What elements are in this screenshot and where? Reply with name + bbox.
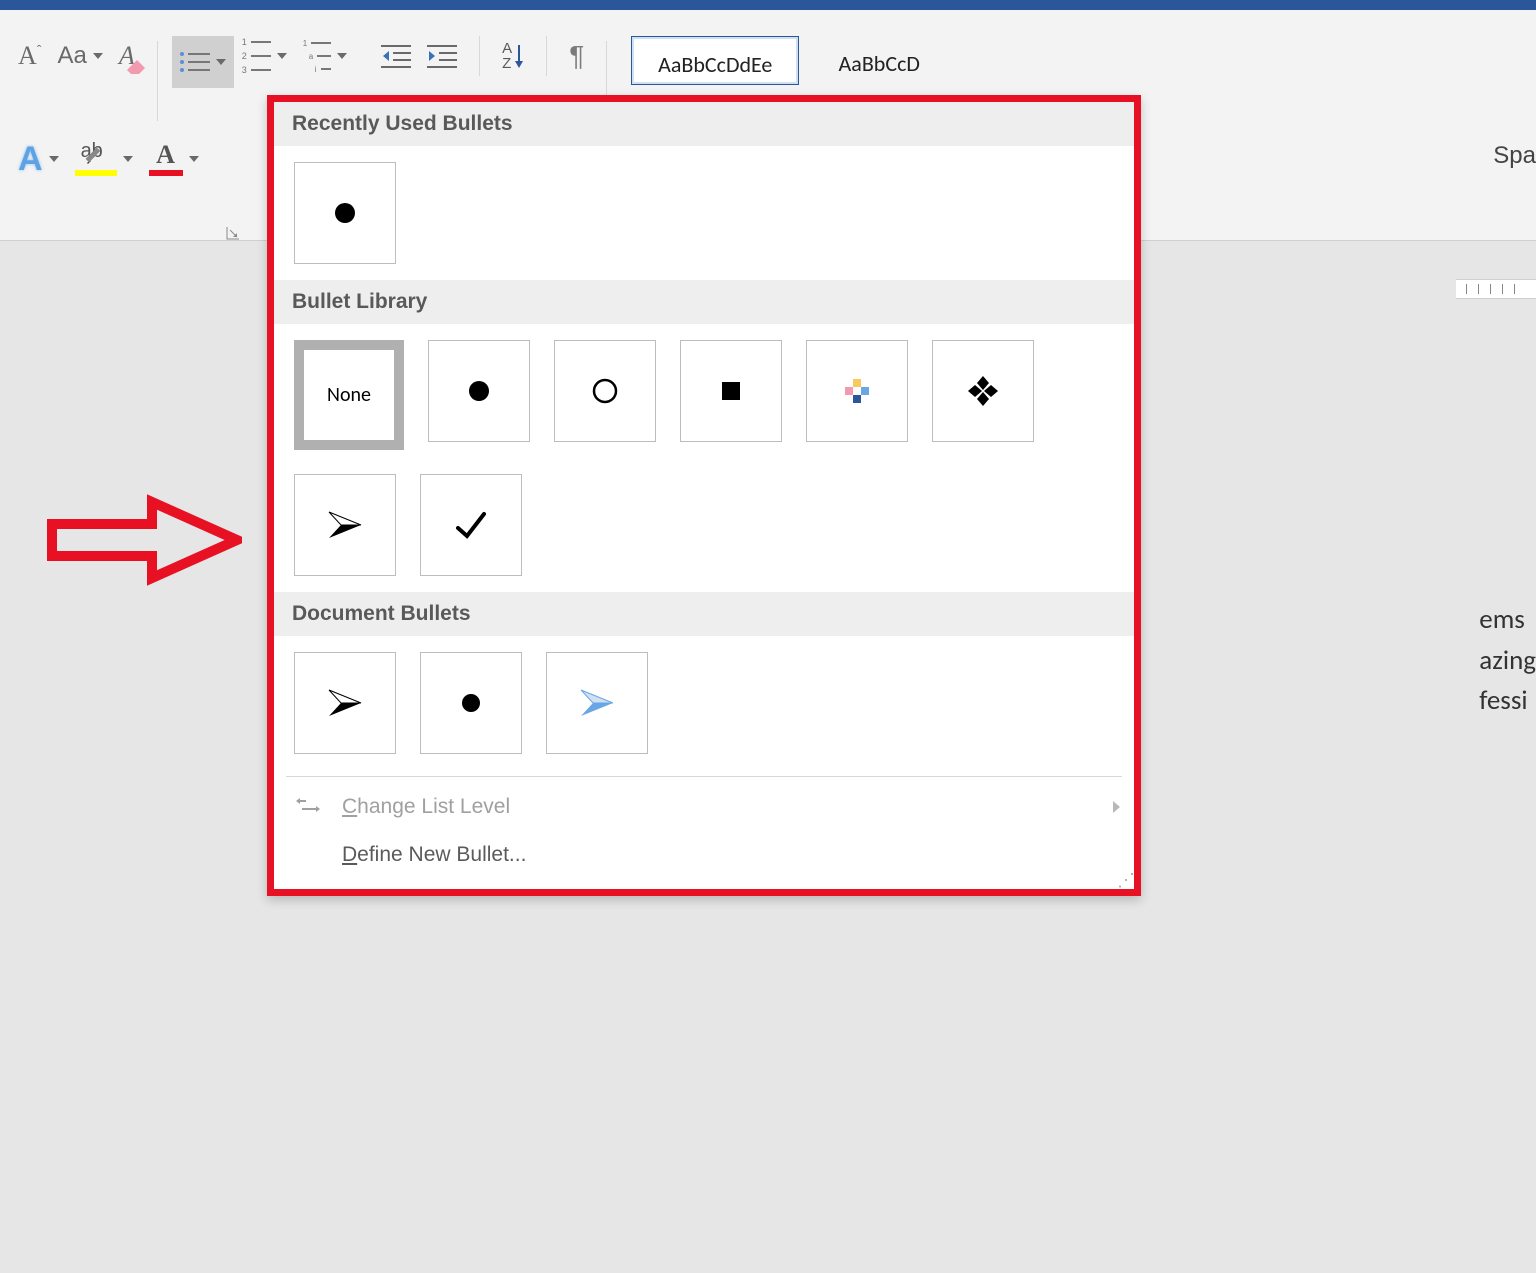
separator bbox=[286, 776, 1122, 777]
style-name-fragment: Spa bbox=[1493, 142, 1536, 170]
chevron-down-icon bbox=[49, 156, 59, 162]
bullets-dropdown: Recently Used Bullets Bullet Library Non… bbox=[267, 95, 1141, 896]
titlebar bbox=[0, 0, 1536, 10]
change-list-level-label: hange List Level bbox=[357, 795, 510, 818]
pilcrow-icon: ¶ bbox=[569, 40, 584, 72]
grow-font-label: A bbox=[18, 41, 37, 70]
decrease-indent-button[interactable] bbox=[373, 36, 419, 76]
document-bullet-arrowhead[interactable] bbox=[294, 652, 396, 754]
library-bullet-square[interactable] bbox=[680, 340, 782, 442]
highlight-swatch bbox=[75, 170, 117, 176]
chevron-down-icon bbox=[93, 53, 103, 59]
library-bullet-checkmark[interactable] bbox=[420, 474, 522, 576]
circle-bullet-icon bbox=[591, 377, 619, 405]
style-sample: AaBbCcDdEe bbox=[640, 51, 790, 78]
eraser-icon bbox=[127, 60, 145, 74]
dialog-launcher-icon bbox=[225, 225, 241, 241]
decrease-indent-icon bbox=[381, 43, 411, 69]
submenu-caret-icon bbox=[1113, 801, 1120, 813]
highlight-icon: ab bbox=[81, 142, 111, 168]
change-case-button[interactable]: Aa bbox=[49, 36, 110, 76]
chevron-down-icon bbox=[216, 59, 226, 65]
text-effects-label: A bbox=[18, 140, 43, 179]
library-bullet-four-color[interactable] bbox=[806, 340, 908, 442]
change-list-level-icon bbox=[296, 797, 322, 817]
paragraph-dialog-launcher[interactable] bbox=[225, 225, 241, 241]
separator bbox=[157, 41, 158, 121]
document-text-fragment: ems azing fessi bbox=[1479, 600, 1536, 722]
change-case-label: Aa bbox=[57, 42, 86, 70]
font-color-button[interactable]: A bbox=[141, 139, 207, 179]
section-document-bullets: Document Bullets bbox=[274, 592, 1134, 636]
disc-bullet-icon bbox=[466, 378, 492, 404]
multilevel-icon: 1 a i bbox=[303, 39, 331, 74]
chevron-down-icon bbox=[123, 156, 133, 162]
highlight-color-button[interactable]: ab bbox=[67, 139, 141, 179]
none-label: None bbox=[327, 383, 371, 407]
numbering-icon: 1 2 3 bbox=[242, 37, 271, 75]
document-bullet-disc[interactable] bbox=[420, 652, 522, 754]
multilevel-list-button[interactable]: 1 a i bbox=[295, 36, 355, 76]
resize-grip-icon[interactable]: ⋰ bbox=[1117, 870, 1132, 891]
increase-indent-icon bbox=[427, 43, 457, 69]
font-color-label: A bbox=[156, 142, 175, 168]
font-color-swatch bbox=[149, 170, 183, 176]
sort-button[interactable]: AZ bbox=[494, 36, 532, 76]
library-bullet-circle[interactable] bbox=[554, 340, 656, 442]
define-new-bullet-menuitem[interactable]: Define New Bullet... bbox=[274, 831, 1134, 879]
text-effects-button[interactable]: A bbox=[10, 139, 67, 179]
disc-bullet-icon bbox=[332, 200, 358, 226]
library-bullet-disc[interactable] bbox=[428, 340, 530, 442]
arrowhead-blue-bullet-icon bbox=[577, 686, 617, 720]
clear-formatting-button[interactable]: A bbox=[111, 36, 143, 76]
checkmark-bullet-icon bbox=[454, 508, 488, 542]
library-bullet-four-diamond[interactable] bbox=[932, 340, 1034, 442]
change-list-level-menuitem: Change List Level bbox=[274, 783, 1134, 831]
styles-gallery: AaBbCcDdEe AaBbCcD bbox=[631, 36, 947, 85]
disc-bullet-icon bbox=[459, 691, 483, 715]
style-sample: AaBbCcD bbox=[819, 50, 939, 77]
library-bullet-none[interactable]: None bbox=[294, 340, 404, 450]
section-recently-used: Recently Used Bullets bbox=[274, 102, 1134, 146]
numbering-button[interactable]: 1 2 3 bbox=[234, 36, 295, 76]
style-normal[interactable]: AaBbCcDdEe bbox=[631, 36, 799, 85]
show-hide-button[interactable]: ¶ bbox=[561, 36, 592, 76]
sort-icon: AZ bbox=[502, 41, 524, 71]
separator bbox=[546, 36, 547, 76]
library-bullet-arrowhead[interactable] bbox=[294, 474, 396, 576]
define-new-bullet-label: efine New Bullet... bbox=[357, 843, 526, 866]
bullets-icon bbox=[180, 52, 210, 72]
chevron-down-icon bbox=[337, 53, 347, 59]
arrowhead-bullet-icon bbox=[325, 508, 365, 542]
recent-bullet-disc[interactable] bbox=[294, 162, 396, 264]
chevron-down-icon bbox=[277, 53, 287, 59]
separator bbox=[479, 36, 480, 76]
increase-indent-button[interactable] bbox=[419, 36, 465, 76]
chevron-down-icon bbox=[189, 156, 199, 162]
diamond-cluster-icon bbox=[842, 376, 872, 406]
square-bullet-icon bbox=[718, 378, 744, 404]
ruler bbox=[1456, 279, 1536, 299]
document-bullet-arrowhead-blue[interactable] bbox=[546, 652, 648, 754]
arrowhead-bullet-icon bbox=[325, 686, 365, 720]
four-diamond-icon bbox=[966, 374, 1000, 408]
bullets-button[interactable] bbox=[172, 36, 234, 88]
section-bullet-library: Bullet Library bbox=[274, 280, 1134, 324]
grow-font-button[interactable]: Aˆ bbox=[10, 36, 49, 76]
style-no-spacing[interactable]: AaBbCcD bbox=[811, 36, 947, 83]
annotation-arrow-icon bbox=[42, 490, 242, 590]
